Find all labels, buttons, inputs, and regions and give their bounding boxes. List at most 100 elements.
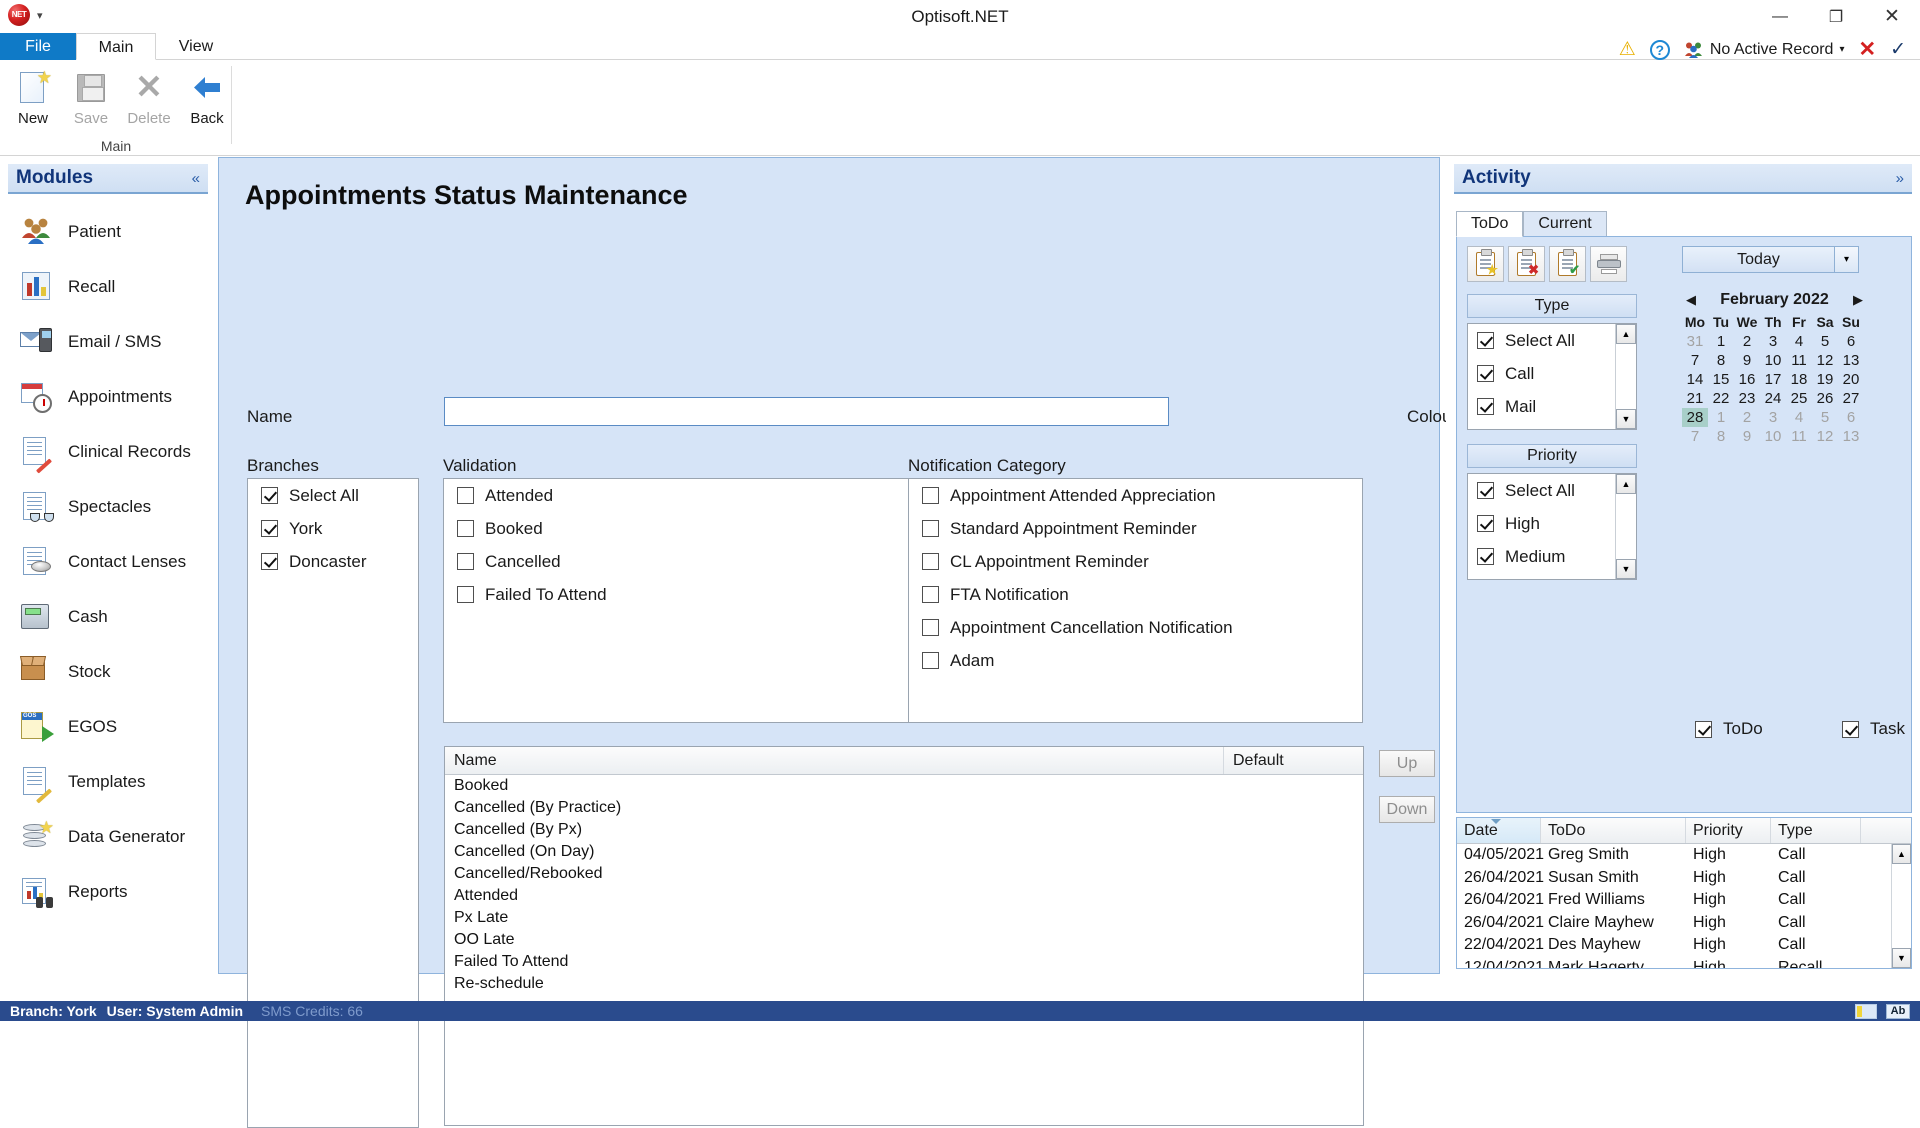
move-up-button[interactable]: Up <box>1379 750 1435 777</box>
calendar-day[interactable]: 24 <box>1760 389 1786 408</box>
new-task-button[interactable]: ★ <box>1467 246 1504 282</box>
checkbox[interactable] <box>261 520 278 537</box>
table-row[interactable]: Attended <box>445 885 1363 907</box>
prev-month-button[interactable]: ◀ <box>1686 292 1696 308</box>
back-button[interactable]: Back <box>178 64 236 138</box>
date-selector[interactable]: Today ▾ <box>1682 246 1859 273</box>
validation-failed-to-attend-row[interactable]: Failed To Attend <box>444 578 912 611</box>
checkbox[interactable] <box>261 553 278 570</box>
type-call-row[interactable]: Call <box>1468 357 1615 390</box>
cancel-icon[interactable]: ✕ <box>1858 37 1876 62</box>
tab-view[interactable]: View <box>156 33 236 60</box>
table-row[interactable]: Cancelled (By Practice) <box>445 797 1363 819</box>
checkbox[interactable] <box>1477 482 1494 499</box>
calendar-day[interactable]: 9 <box>1734 427 1760 446</box>
checkbox[interactable] <box>457 487 474 504</box>
ab-spellcheck-icon[interactable]: Ab <box>1886 1003 1910 1019</box>
help-icon[interactable]: ? <box>1649 39 1670 60</box>
checkbox[interactable] <box>922 619 939 636</box>
type-select-all-row[interactable]: Select All <box>1468 324 1615 357</box>
column-header-todo[interactable]: ToDo <box>1541 818 1686 843</box>
table-row[interactable]: 26/04/2021 Fred Williams High Call <box>1457 889 1911 912</box>
calendar-day[interactable]: 12 <box>1812 351 1838 370</box>
sidebar-item-email-sms[interactable]: Email / SMS <box>0 314 215 369</box>
calendar-day-selected[interactable]: 28 <box>1682 408 1708 427</box>
column-header-priority[interactable]: Priority <box>1686 818 1771 843</box>
collapse-sidebar-button[interactable]: « <box>192 170 200 187</box>
calendar-day[interactable]: 10 <box>1760 351 1786 370</box>
calendar-day[interactable]: 16 <box>1734 370 1760 389</box>
sidebar-item-clinical-records[interactable]: Clinical Records <box>0 424 215 479</box>
scroll-down-icon[interactable]: ▼ <box>1616 559 1636 579</box>
calendar-day[interactable]: 4 <box>1786 332 1812 351</box>
checkbox[interactable] <box>1477 365 1494 382</box>
calendar-day[interactable]: 17 <box>1760 370 1786 389</box>
branches-doncaster-row[interactable]: Doncaster <box>248 545 418 578</box>
next-month-button[interactable]: ▶ <box>1853 292 1863 308</box>
move-down-button[interactable]: Down <box>1379 796 1435 823</box>
priority-filter-header[interactable]: Priority <box>1467 444 1637 468</box>
chevron-down-icon[interactable]: ▾ <box>1834 247 1858 272</box>
checkbox[interactable] <box>922 553 939 570</box>
sidebar-item-recall[interactable]: Recall <box>0 259 215 314</box>
calendar-day[interactable]: 7 <box>1682 351 1708 370</box>
calendar-day[interactable]: 7 <box>1682 427 1708 446</box>
new-button[interactable]: ★ New <box>4 64 62 138</box>
close-button[interactable]: ✕ <box>1864 0 1920 33</box>
notification-cl-appointment-reminder-row[interactable]: CL Appointment Reminder <box>909 545 1362 578</box>
calendar-day[interactable]: 27 <box>1838 389 1864 408</box>
checkbox[interactable] <box>1842 720 1860 738</box>
checkbox[interactable] <box>1477 332 1494 349</box>
checkbox[interactable] <box>1477 398 1494 415</box>
validation-cancelled-row[interactable]: Cancelled <box>444 545 912 578</box>
calendar-day[interactable]: 15 <box>1708 370 1734 389</box>
active-record-selector[interactable]: No Active Record ▾ <box>1684 41 1844 59</box>
calendar-day[interactable]: 20 <box>1838 370 1864 389</box>
calendar-day[interactable]: 3 <box>1760 408 1786 427</box>
expand-activity-button[interactable]: » <box>1896 170 1904 187</box>
notification-appointment-cancellation-notification-row[interactable]: Appointment Cancellation Notification <box>909 611 1362 644</box>
warning-icon[interactable]: ⚠ <box>1619 38 1636 61</box>
sidebar-item-spectacles[interactable]: Spectacles <box>0 479 215 534</box>
calendar-day[interactable]: 10 <box>1760 427 1786 446</box>
sidebar-item-egos[interactable]: GOS EGOS <box>0 699 215 754</box>
column-header-date[interactable]: Date <box>1457 818 1541 843</box>
table-row[interactable]: 26/04/2021 Claire Mayhew High Call <box>1457 912 1911 935</box>
calendar-day[interactable]: 8 <box>1708 351 1734 370</box>
validation-attended-row[interactable]: Attended <box>444 479 912 512</box>
table-row[interactable]: Failed To Attend <box>445 951 1363 973</box>
delete-task-button[interactable]: ✖ <box>1508 246 1545 282</box>
calendar-day[interactable]: 1 <box>1708 408 1734 427</box>
type-mail-row[interactable]: Mail <box>1468 390 1615 423</box>
accept-icon[interactable]: ✓ <box>1890 38 1906 61</box>
table-row[interactable]: Cancelled (On Day) <box>445 841 1363 863</box>
priority-medium-row[interactable]: Medium <box>1468 540 1615 573</box>
checkbox[interactable] <box>1695 720 1712 738</box>
type-filter-scrollbar[interactable]: ▲ ▼ <box>1615 324 1636 429</box>
toggle-task[interactable]: Task <box>1842 719 1905 739</box>
table-row[interactable]: Re-schedule <box>445 973 1363 995</box>
calendar-day[interactable]: 6 <box>1838 332 1864 351</box>
calendar-day[interactable]: 2 <box>1734 332 1760 351</box>
toggle-todo[interactable]: ToDo <box>1695 719 1763 739</box>
window-layout-icon[interactable] <box>1855 1003 1877 1019</box>
table-row[interactable]: Cancelled (By Px) <box>445 819 1363 841</box>
calendar-day[interactable]: 14 <box>1682 370 1708 389</box>
sidebar-item-data-generator[interactable]: ★ Data Generator <box>0 809 215 864</box>
calendar-day[interactable]: 18 <box>1786 370 1812 389</box>
scroll-up-icon[interactable]: ▲ <box>1616 474 1636 494</box>
sidebar-item-contact-lenses[interactable]: Contact Lenses <box>0 534 215 589</box>
table-row[interactable]: Px Late <box>445 907 1363 929</box>
delete-button[interactable]: ✕ Delete <box>120 64 178 138</box>
tab-todo[interactable]: ToDo <box>1456 211 1524 237</box>
checkbox[interactable] <box>922 586 939 603</box>
table-row[interactable]: OO Late <box>445 929 1363 951</box>
sidebar-item-templates[interactable]: Templates <box>0 754 215 809</box>
calendar-day[interactable]: 3 <box>1760 332 1786 351</box>
activity-grid-scrollbar[interactable]: ▲ ▼ <box>1891 844 1911 968</box>
calendar-day[interactable]: 19 <box>1812 370 1838 389</box>
sidebar-item-cash[interactable]: Cash <box>0 589 215 644</box>
calendar-day[interactable]: 2 <box>1734 408 1760 427</box>
calendar-day[interactable]: 22 <box>1708 389 1734 408</box>
calendar-day[interactable]: 21 <box>1682 389 1708 408</box>
